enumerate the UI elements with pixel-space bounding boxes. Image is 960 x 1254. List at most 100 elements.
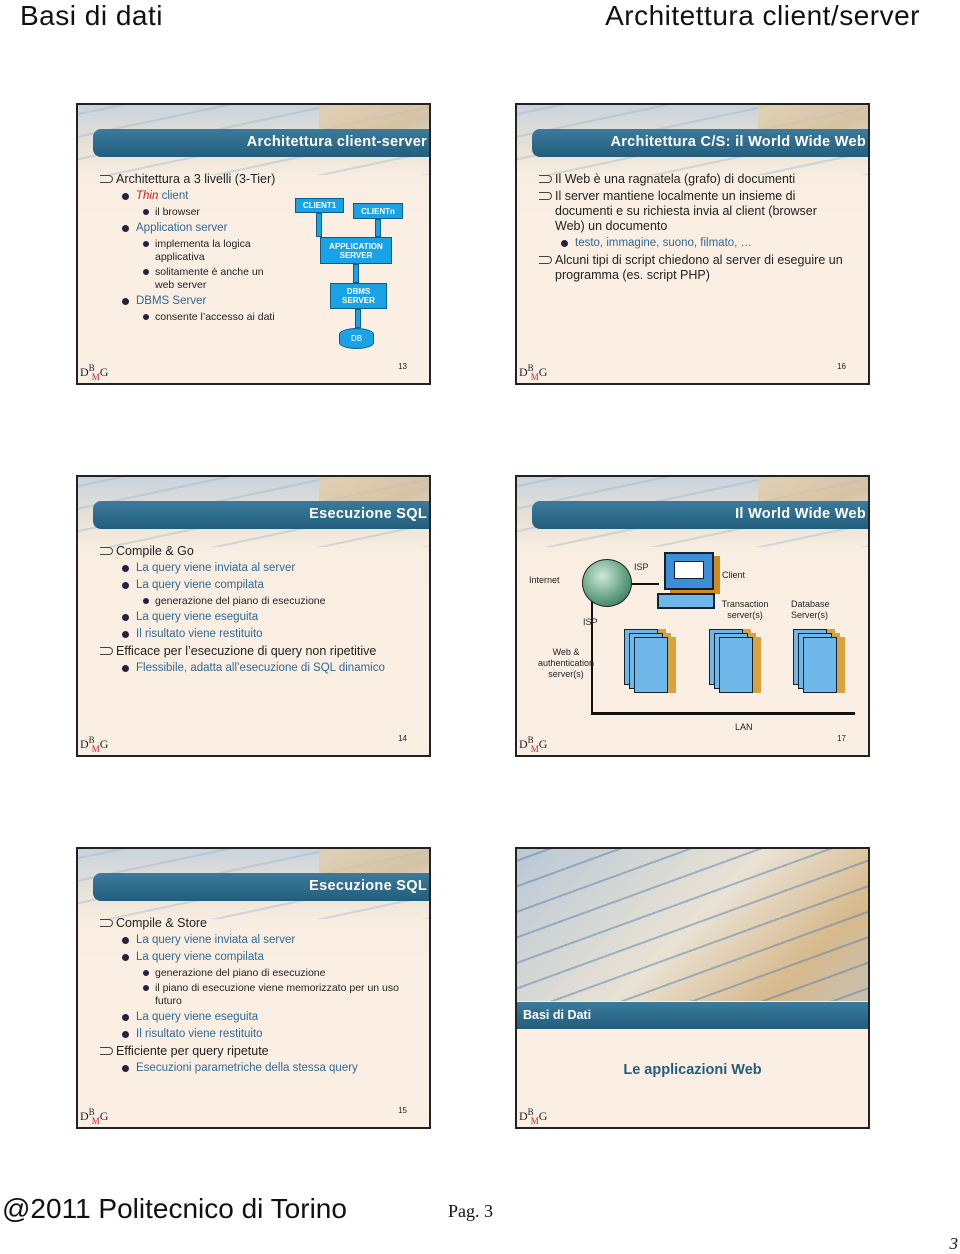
dbmg-logo: DBMG xyxy=(519,363,548,382)
bullet-list: Compile & Go La query viene inviata al se… xyxy=(78,543,418,678)
slide-17: Il World Wide Web Internet ISP Client IS… xyxy=(515,475,870,757)
globe-icon xyxy=(582,559,632,607)
bullet-text: La query viene compilata xyxy=(136,951,264,963)
slide-number: 13 xyxy=(398,362,407,371)
transaction-server-icon xyxy=(709,629,761,699)
arrow-icon xyxy=(316,213,322,237)
slide-number: 17 xyxy=(837,734,846,743)
bullet-text: solitamente è anche un web server xyxy=(155,266,264,291)
dbmg-logo: DBMG xyxy=(80,1107,109,1126)
bullet-level-3: implementa la logica applicativa xyxy=(78,238,278,264)
dot-bullet-icon xyxy=(122,954,129,961)
bullet-level-1: Alcuni tipi di script chiedono al server… xyxy=(517,253,847,283)
clientn-box: CLIENTn xyxy=(353,203,403,219)
dot-bullet-icon xyxy=(122,665,129,672)
bullet-text: La query viene inviata al server xyxy=(136,562,296,574)
dot-bullet-icon xyxy=(143,314,149,320)
bullet-text: Compile & Store xyxy=(116,916,208,930)
scroll-bullet-icon xyxy=(100,1047,113,1055)
bullet-text: La query viene eseguita xyxy=(136,611,259,623)
section-title: Basi di Dati xyxy=(517,1002,868,1029)
bullet-level-2: Il risultato viene restituito xyxy=(78,1027,423,1042)
bullet-text: Il risultato viene restituito xyxy=(136,1028,263,1040)
scroll-bullet-icon xyxy=(100,175,113,183)
bullet-text: client xyxy=(158,190,189,202)
client1-box: CLIENT1 xyxy=(295,198,344,213)
dot-bullet-icon xyxy=(122,937,129,944)
dbmg-logo: DBMG xyxy=(519,735,548,754)
bullet-level-1: Efficiente per query ripetute xyxy=(78,1044,423,1059)
bullet-level-3: generazione del piano di esecuzione xyxy=(78,595,418,608)
bullet-level-2: La query viene inviata al server xyxy=(78,561,418,576)
dbmg-logo: DBMG xyxy=(519,1107,548,1126)
dot-bullet-icon xyxy=(143,598,149,604)
bullet-level-2: Flessibile, adatta all’esecuzione di SQL… xyxy=(78,661,418,676)
slide-number: 15 xyxy=(398,1106,407,1115)
computer-icon xyxy=(664,552,714,590)
dot-bullet-icon xyxy=(143,269,149,275)
database-server-label: Database Server(s) xyxy=(791,599,830,620)
slide-title: Esecuzione SQL xyxy=(93,873,429,901)
bullet-level-1: Compile & Go xyxy=(78,544,418,559)
arrow-icon xyxy=(353,264,359,283)
transaction-server-label: Transaction server(s) xyxy=(721,599,769,620)
document-section-title: Architettura client/server xyxy=(605,0,920,31)
bullet-level-3: il piano di esecuzione viene memorizzato… xyxy=(78,982,423,1008)
dot-bullet-icon xyxy=(122,582,129,589)
bullet-text: generazione del piano di esecuzione xyxy=(155,595,326,607)
slide-title: Il World Wide Web xyxy=(532,501,868,529)
dot-bullet-icon xyxy=(143,970,149,976)
bullet-level-2: DBMS Server xyxy=(78,294,278,309)
bullet-text: consente l’accesso ai dati xyxy=(155,311,275,323)
web-server-label: Web & authentication server(s) xyxy=(537,647,595,679)
client-label: Client xyxy=(722,570,746,580)
application-server-box: APPLICATION SERVER xyxy=(320,237,392,264)
bullet-text: Esecuzioni parametriche della stessa que… xyxy=(136,1062,358,1074)
bullet-level-3: il browser xyxy=(78,206,278,219)
emphasis-text: Thin xyxy=(136,190,159,202)
copyright-footer: @2011 Politecnico di Torino xyxy=(2,1193,347,1224)
bullet-level-2: La query viene compilata xyxy=(78,578,418,593)
arrow-icon xyxy=(355,309,361,328)
scroll-bullet-icon xyxy=(100,547,113,555)
isp-label: ISP xyxy=(583,617,598,627)
dot-bullet-icon xyxy=(122,225,129,232)
slide-title: Architettura client-server xyxy=(93,129,429,157)
bullet-text: il browser xyxy=(155,206,200,218)
dbmg-logo: DBMG xyxy=(80,363,109,382)
slide-13: Architettura client-server Architettura … xyxy=(76,103,431,385)
slide-14: Esecuzione SQL Compile & Go La query vien… xyxy=(76,475,431,757)
bullet-level-3: generazione del piano di esecuzione xyxy=(78,967,423,980)
dbmg-logo: DBMG xyxy=(80,735,109,754)
scroll-bullet-icon xyxy=(539,192,552,200)
bullet-text: Efficace per l’esecuzione di query non r… xyxy=(116,644,377,658)
bullet-list: Compile & Store La query viene inviata al… xyxy=(78,915,423,1078)
bullet-level-2: Thin client xyxy=(78,189,278,204)
web-server-icon xyxy=(624,629,676,699)
dot-bullet-icon xyxy=(143,209,149,215)
scroll-bullet-icon xyxy=(539,256,552,264)
bullet-level-1: Compile & Store xyxy=(78,916,423,931)
bullet-level-1: Il server mantiene localmente un insieme… xyxy=(517,189,847,234)
bullet-level-2: Esecuzioni parametriche della stessa que… xyxy=(78,1061,423,1076)
bullet-text: Il Web è una ragnatela (grafo) di docume… xyxy=(555,172,796,186)
page-number: 3 xyxy=(949,1234,959,1253)
bullet-level-3: consente l’accesso ai dati xyxy=(78,311,278,324)
bullet-level-2: La query viene compilata xyxy=(78,950,423,965)
dot-bullet-icon xyxy=(561,240,568,247)
dot-bullet-icon xyxy=(122,1031,129,1038)
dot-bullet-icon xyxy=(122,614,129,621)
bullet-level-2: Application server xyxy=(78,221,278,236)
bullet-text: Il risultato viene restituito xyxy=(136,628,263,640)
dot-bullet-icon xyxy=(122,298,129,305)
dot-bullet-icon xyxy=(122,631,129,638)
bullet-text: Application server xyxy=(136,222,228,234)
document-title: Basi di dati xyxy=(20,0,163,31)
bullet-level-2: La query viene eseguita xyxy=(78,610,418,625)
dot-bullet-icon xyxy=(143,985,149,991)
bullet-level-3: solitamente è anche un web server xyxy=(78,266,278,292)
scroll-bullet-icon xyxy=(539,175,552,183)
internet-label: Internet xyxy=(529,575,560,585)
bullet-text: Flessibile, adatta all’esecuzione di SQL… xyxy=(136,662,385,674)
bullet-text: implementa la logica applicativa xyxy=(155,238,251,263)
